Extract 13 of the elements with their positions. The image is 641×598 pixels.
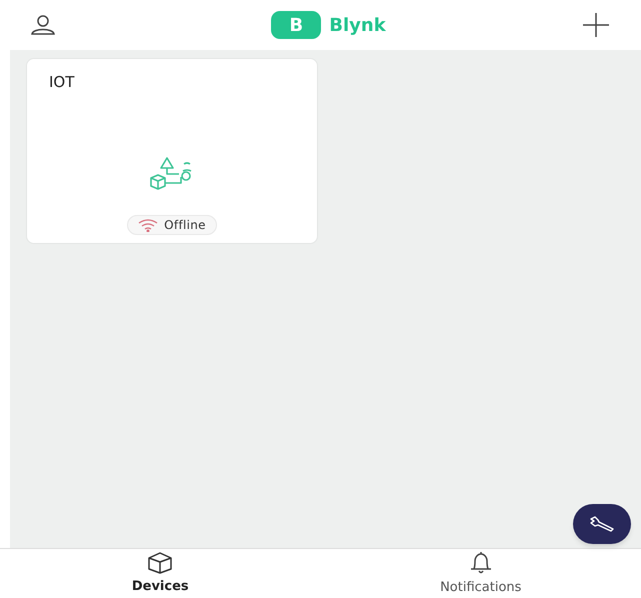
device-name: IOT — [49, 72, 74, 93]
user-icon[interactable] — [30, 14, 56, 36]
wrench-button[interactable] — [573, 504, 631, 544]
wifi-icon — [138, 218, 158, 232]
status-text: Offline — [164, 217, 206, 234]
nav-tab[interactable]: Notifications — [320, 549, 641, 598]
nav-tab[interactable]: Devices — [0, 549, 320, 598]
logo-badge: B — [271, 11, 322, 39]
plus-icon[interactable] — [580, 10, 611, 40]
app-title: Blynk — [329, 14, 386, 38]
cube-icon — [147, 550, 174, 575]
device-card[interactable]: IOT Offline — [26, 58, 318, 244]
wrench-icon — [589, 515, 615, 533]
